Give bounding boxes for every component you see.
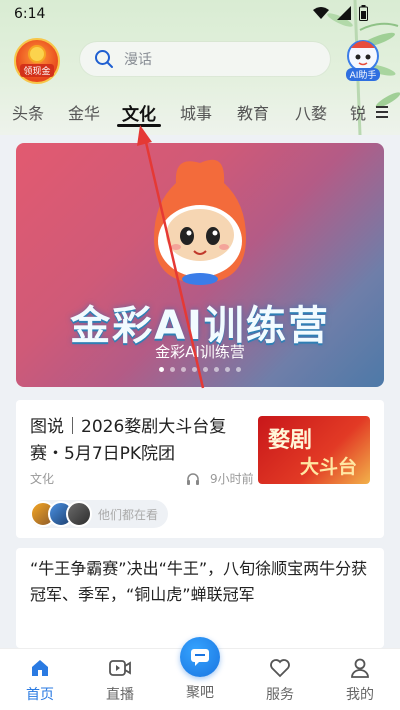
tab-city[interactable]: 城事 [180,100,212,124]
nav-service-label: 服务 [266,687,294,703]
nav-live[interactable]: 直播 [90,657,150,704]
coin-icon [28,45,46,63]
tab-culture[interactable]: 文化 [122,100,156,125]
nav-home[interactable]: 首页 [10,657,70,704]
carousel-dot [181,367,186,372]
carousel-dot [170,367,175,372]
avatar [66,501,92,527]
status-bar: 6:14 [0,0,400,28]
nav-service[interactable]: 服务 [250,657,310,704]
battery-icon [359,5,368,21]
watching-text: 他们都在看 [98,507,159,522]
carousel-dot [214,367,219,372]
watching-bar[interactable]: 他们都在看 [30,500,169,528]
chat-bubble-icon [191,649,209,666]
tab-education[interactable]: 教育 [237,100,269,124]
nav-community-label: 聚吧 [186,685,214,701]
channel-tabs: 头条 金华 文化 城事 教育 八婺 锐 [0,96,400,128]
tab-jinhua[interactable]: 金华 [68,100,100,124]
headphones-icon[interactable] [186,472,200,486]
video-icon [109,660,131,676]
thumbnail-text-wuju: 婺剧 [268,428,313,453]
carousel-dot [236,367,241,372]
thumbnail-text-dadoutai: 大斗台 [300,456,358,478]
carousel-indicator [16,367,384,372]
status-time: 6:14 [14,6,46,22]
cash-reward-button[interactable]: 领现金 [14,38,60,84]
nav-mine[interactable]: 我的 [330,657,390,704]
news-category: 文化 [30,472,55,486]
active-tab-indicator [117,124,161,127]
banner-carousel[interactable]: 金彩AI训练营 金彩AI训练营 [16,143,384,387]
wifi-icon [313,7,329,19]
top-toolbar: 领现金 漫话 AI助手 [0,36,400,84]
bottom-navigation: 首页 直播 聚吧 服务 我的 [0,637,400,710]
news-meta: 9小时前 [186,470,254,487]
news-title: “牛王争霸赛”决出“牛王”，八旬徐顺宝两牛分获冠军、季军，“铜山虎”蝉联冠军 [30,559,368,604]
heart-icon [270,659,290,678]
community-button[interactable] [180,637,220,677]
carousel-dot [203,367,208,372]
search-input[interactable]: 漫话 [80,42,330,76]
ai-assistant-button[interactable]: AI助手 [340,36,386,84]
ai-assistant-label: AI助手 [345,68,381,81]
tab-toutiao[interactable]: 头条 [12,100,44,124]
news-thumbnail: 婺剧 大斗台 [258,416,370,484]
news-card[interactable]: “牛王争霸赛”决出“牛王”，八旬徐顺宝两牛分获冠军、季军，“铜山虎”蝉联冠军 [16,548,384,648]
tab-rui[interactable]: 锐 [350,100,366,124]
news-card[interactable]: 图说｜2026婺剧大斗台复赛・5月7日PK院团 婺剧 大斗台 文化 9小时前 他… [16,400,384,538]
channel-menu-icon[interactable] [376,106,388,118]
nav-live-label: 直播 [106,687,134,703]
search-placeholder: 漫话 [124,52,152,68]
banner-subtitle: 金彩AI训练营 [155,343,245,361]
search-icon [95,50,113,68]
nav-mine-label: 我的 [346,687,374,703]
news-time: 9小时前 [210,472,254,486]
nav-home-label: 首页 [26,687,54,703]
carousel-dot [192,367,197,372]
carousel-dot [225,367,230,372]
signal-icon [337,6,351,20]
user-icon [351,658,369,678]
mascot-illustration [154,159,246,285]
status-icons [313,5,368,21]
home-icon [32,660,48,676]
tab-bawu[interactable]: 八婺 [295,100,327,124]
news-title: 图说｜2026婺剧大斗台复赛・5月7日PK院团 [30,417,227,464]
carousel-dot [159,367,164,372]
cash-reward-label: 领现金 [20,64,54,77]
